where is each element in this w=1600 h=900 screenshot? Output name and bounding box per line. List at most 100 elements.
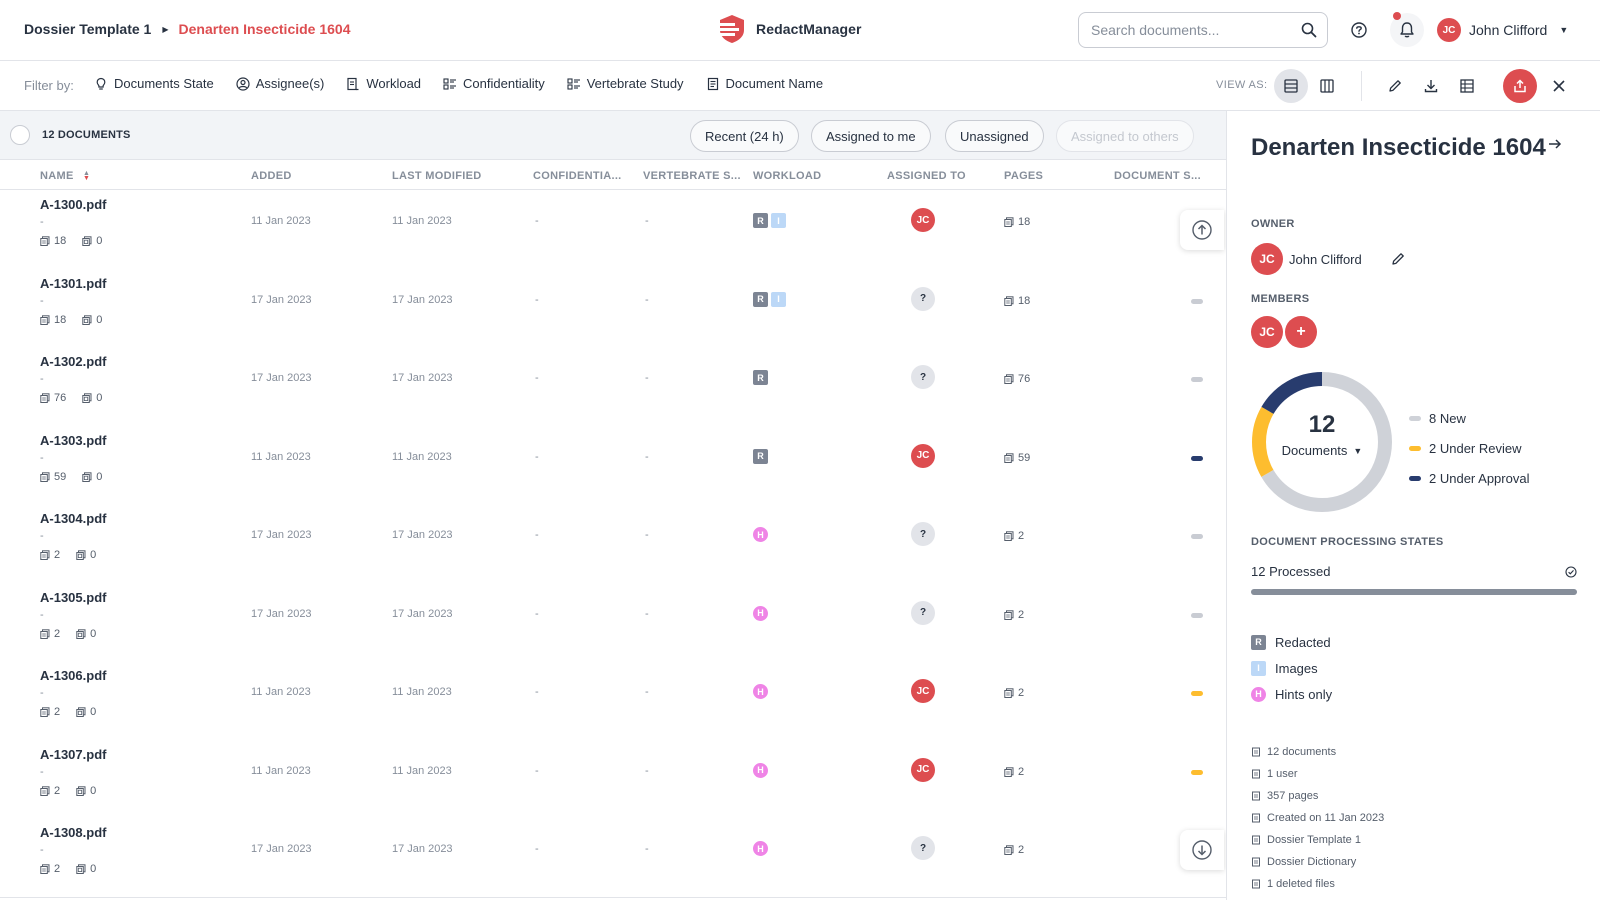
breadcrumb-current[interactable]: Denarten Insecticide 1604 (179, 21, 351, 37)
stat-text: Created on 11 Jan 2023 (1267, 812, 1385, 824)
legend-item[interactable]: 2 Under Approval (1409, 463, 1529, 493)
file-name[interactable]: A-1302.pdf (40, 354, 106, 369)
edit-button[interactable] (1378, 69, 1412, 103)
pages-value: 2 (1018, 765, 1025, 778)
download-button[interactable] (1414, 69, 1448, 103)
unassigned-avatar[interactable]: ? (911, 522, 935, 546)
filter-documents-state[interactable]: Documents State (94, 76, 214, 91)
workload-legend: R Redacted I Images H Hints only (1251, 629, 1332, 707)
edit-owner-pencil-icon[interactable] (1390, 251, 1406, 267)
assignee-avatar[interactable]: JC (911, 208, 935, 232)
user-menu[interactable]: JC John Clifford ▼ (1437, 18, 1568, 42)
assigned-to: JC (911, 757, 935, 782)
search-icon[interactable] (1301, 22, 1317, 38)
search-input[interactable] (1091, 22, 1291, 38)
unassigned-avatar[interactable]: ? (911, 286, 935, 311)
breadcrumb-parent[interactable]: Dossier Template 1 (24, 21, 151, 37)
table-row[interactable]: A-1306.pdf - 2 0 11 Jan 2023 11 Jan 2023… (0, 661, 1226, 741)
column-confidentiality[interactable]: CONFIDENTIA... (533, 170, 622, 182)
added-date: 11 Jan 2023 (251, 450, 311, 463)
add-member-button[interactable]: + (1285, 316, 1317, 348)
assignee-avatar[interactable]: JC (911, 679, 935, 703)
file-subtitle: - (40, 765, 44, 778)
file-name[interactable]: A-1305.pdf (40, 590, 106, 605)
file-subtitle: - (40, 373, 44, 385)
vertebrate-value: - (645, 293, 649, 306)
table-row[interactable]: A-1303.pdf - 59 0 11 Jan 2023 11 Jan 202… (0, 425, 1226, 506)
assignee-avatar[interactable]: JC (911, 443, 935, 468)
column-document-state[interactable]: DOCUMENT S... (1114, 170, 1201, 182)
search-box[interactable] (1078, 12, 1328, 48)
legend-item[interactable]: 2 Under Review (1409, 433, 1529, 463)
filter-workload[interactable]: Workload (346, 76, 421, 91)
column-vertebrate-study[interactable]: VERTEBRATE S... (643, 170, 741, 182)
help-icon[interactable] (1346, 17, 1372, 43)
file-name[interactable]: A-1308.pdf (40, 825, 106, 840)
file-name[interactable]: A-1304.pdf (40, 511, 106, 526)
filter-assignees[interactable]: Assignee(s) (236, 76, 324, 91)
documents-donut-chart: 12 Documents ▼ (1251, 371, 1393, 513)
upload-button[interactable] (1503, 69, 1537, 103)
donut-total: 12 (1308, 411, 1336, 438)
images-badge-icon: I (1251, 660, 1266, 676)
file-subtitle: - (40, 530, 44, 542)
document-state-indicator (1191, 534, 1203, 539)
table-row[interactable]: A-1302.pdf - 76 0 17 Jan 2023 17 Jan 202… (0, 347, 1226, 427)
redactmanager-logo-icon (718, 15, 744, 43)
workflow-view-button[interactable] (1310, 69, 1344, 103)
chip-assigned-to-me[interactable]: Assigned to me (811, 120, 931, 152)
legend-swatch (1409, 475, 1421, 481)
unassigned-avatar[interactable]: ? (911, 836, 935, 860)
annotations-icon (76, 707, 86, 717)
column-last-modified[interactable]: LAST MODIFIED (392, 170, 481, 182)
panel-title: Denarten Insecticide 1604 (1251, 134, 1546, 161)
table-row[interactable]: A-1308.pdf - 2 0 17 Jan 2023 17 Jan 2023… (0, 818, 1226, 898)
filter-vertebrate-study[interactable]: Vertebrate Study (567, 76, 684, 91)
confidentiality-value: - (535, 372, 539, 384)
arrow-up-circle-icon (1192, 220, 1212, 240)
scroll-up-button[interactable] (1180, 210, 1224, 250)
table-row[interactable]: A-1307.pdf - 2 0 11 Jan 2023 11 Jan 2023… (0, 739, 1226, 820)
modified-date: 11 Jan 2023 (392, 764, 452, 777)
file-name[interactable]: A-1306.pdf (40, 668, 106, 683)
stat-text: Dossier Dictionary (1267, 856, 1357, 868)
file-name[interactable]: A-1300.pdf (40, 197, 106, 212)
column-assigned-to[interactable]: ASSIGNED TO (887, 170, 966, 182)
legend-item[interactable]: 8 New (1409, 403, 1529, 433)
table-row[interactable]: A-1301.pdf - 18 0 17 Jan 2023 17 Jan 202… (0, 268, 1226, 349)
assignee-avatar[interactable]: JC (911, 757, 935, 782)
file-name[interactable]: A-1307.pdf (40, 747, 106, 762)
donut-selector[interactable]: Documents ▼ (1282, 443, 1363, 458)
column-name[interactable]: NAME ▲ ▼ (40, 170, 90, 182)
table-row[interactable]: A-1300.pdf - 18 0 11 Jan 2023 11 Jan 202… (0, 190, 1226, 270)
unassigned-avatar[interactable]: ? (911, 600, 935, 625)
file-stats: 59 0 (40, 471, 102, 483)
table-row[interactable]: A-1305.pdf - 2 0 17 Jan 2023 17 Jan 2023… (0, 582, 1226, 663)
select-all-checkbox[interactable] (10, 125, 30, 145)
column-workload[interactable]: WORKLOAD (753, 170, 821, 182)
collapse-panel-button[interactable] (1547, 137, 1563, 151)
legend-swatch (1409, 445, 1421, 451)
file-name[interactable]: A-1303.pdf (40, 433, 106, 448)
workload-badges: RI (753, 213, 786, 228)
modified-date: 11 Jan 2023 (392, 450, 452, 463)
scroll-down-button[interactable] (1180, 830, 1224, 870)
column-pages[interactable]: PAGES (1004, 170, 1043, 182)
list-view-button[interactable] (1274, 69, 1308, 103)
table-settings-button[interactable] (1450, 69, 1484, 103)
close-button[interactable] (1542, 69, 1576, 103)
table-row[interactable]: A-1304.pdf - 2 0 17 Jan 2023 17 Jan 2023… (0, 504, 1226, 584)
column-added[interactable]: ADDED (251, 170, 292, 182)
added-date: 11 Jan 2023 (251, 686, 311, 698)
file-stats: 76 0 (40, 392, 102, 404)
page-count: 76 (54, 392, 67, 404)
unassigned-avatar[interactable]: ? (911, 365, 935, 389)
pages-icon (1004, 217, 1014, 227)
vertebrate-value: - (645, 215, 649, 227)
pages-cell: 2 (1004, 766, 1024, 778)
filter-confidentiality[interactable]: Confidentiality (443, 76, 545, 91)
chip-recent[interactable]: Recent (24 h) (690, 120, 799, 152)
file-name[interactable]: A-1301.pdf (40, 276, 106, 291)
filter-document-name[interactable]: Document Name (706, 76, 823, 91)
chip-unassigned[interactable]: Unassigned (945, 120, 1044, 152)
